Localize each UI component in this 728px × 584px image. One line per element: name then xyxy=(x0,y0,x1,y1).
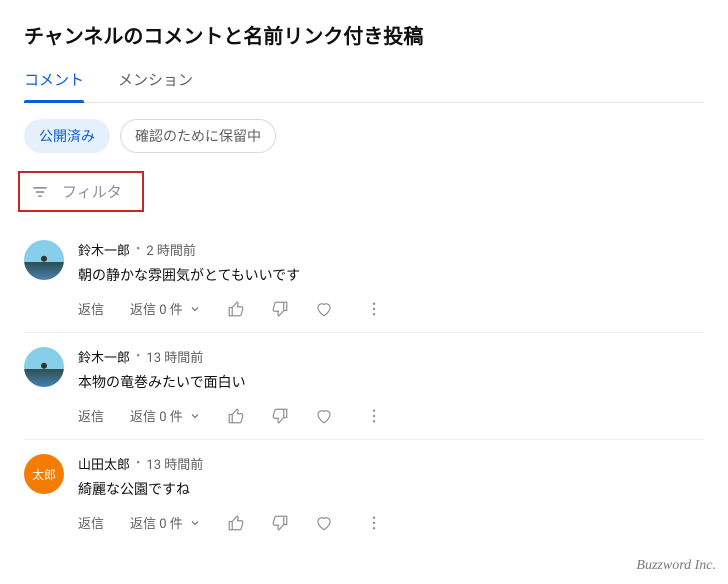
reply-button[interactable]: 返信 xyxy=(78,299,104,318)
more-icon[interactable] xyxy=(365,514,383,532)
dislike-icon[interactable] xyxy=(271,300,289,318)
dislike-icon[interactable] xyxy=(271,407,289,425)
replies-count: 返信 0 件 xyxy=(130,299,183,318)
chevron-down-icon xyxy=(189,303,201,315)
like-icon[interactable] xyxy=(227,514,245,532)
avatar[interactable]: 太郎 xyxy=(24,454,64,494)
heart-icon[interactable] xyxy=(315,300,333,318)
separator: • xyxy=(136,349,140,364)
like-icon[interactable] xyxy=(227,407,245,425)
comment-text: 綺麗な公園ですね xyxy=(78,479,704,499)
avatar[interactable] xyxy=(24,347,64,387)
replies-count: 返信 0 件 xyxy=(130,406,183,425)
chip-published[interactable]: 公開済み xyxy=(24,119,110,153)
footer-credit: Buzzword Inc. xyxy=(0,546,728,584)
comment-item: 鈴木一郎 • 13 時間前 本物の竜巻みたいで面白い 返信 返信 0 件 xyxy=(24,332,704,439)
like-icon[interactable] xyxy=(227,300,245,318)
reply-button[interactable]: 返信 xyxy=(78,513,104,532)
replies-toggle[interactable]: 返信 0 件 xyxy=(130,406,201,425)
more-icon[interactable] xyxy=(365,407,383,425)
comment-time: 13 時間前 xyxy=(146,347,203,366)
tabs: コメント メンション xyxy=(24,69,704,103)
replies-toggle[interactable]: 返信 0 件 xyxy=(130,299,201,318)
avatar[interactable] xyxy=(24,240,64,280)
comment-author[interactable]: 鈴木一郎 xyxy=(78,347,130,366)
replies-count: 返信 0 件 xyxy=(130,513,183,532)
heart-icon[interactable] xyxy=(315,514,333,532)
filter-icon xyxy=(30,182,50,202)
replies-toggle[interactable]: 返信 0 件 xyxy=(130,513,201,532)
reply-button[interactable]: 返信 xyxy=(78,406,104,425)
heart-icon[interactable] xyxy=(315,407,333,425)
more-icon[interactable] xyxy=(365,300,383,318)
chevron-down-icon xyxy=(189,410,201,422)
chip-held-for-review[interactable]: 確認のために保留中 xyxy=(120,119,276,153)
comment-text: 朝の静かな雰囲気がとてもいいです xyxy=(78,265,704,285)
comment-time: 2 時間前 xyxy=(146,240,196,259)
comment-item: 鈴木一郎 • 2 時間前 朝の静かな雰囲気がとてもいいです 返信 返信 0 件 xyxy=(24,226,704,332)
comment-author[interactable]: 山田太郎 xyxy=(78,454,130,473)
tab-mentions[interactable]: メンション xyxy=(118,69,193,102)
filter-label: フィルタ xyxy=(62,181,122,202)
comment-time: 13 時間前 xyxy=(146,454,203,473)
status-chips: 公開済み 確認のために保留中 xyxy=(24,119,704,153)
tab-comments[interactable]: コメント xyxy=(24,69,84,102)
chevron-down-icon xyxy=(189,517,201,529)
separator: • xyxy=(136,456,140,471)
comment-item: 太郎 山田太郎 • 13 時間前 綺麗な公園ですね 返信 返信 0 件 xyxy=(24,439,704,546)
comment-list: 鈴木一郎 • 2 時間前 朝の静かな雰囲気がとてもいいです 返信 返信 0 件 xyxy=(24,226,704,546)
page-title: チャンネルのコメントと名前リンク付き投稿 xyxy=(24,20,704,49)
separator: • xyxy=(136,242,140,257)
filter-button[interactable]: フィルタ xyxy=(18,171,144,212)
comment-text: 本物の竜巻みたいで面白い xyxy=(78,372,704,392)
comment-author[interactable]: 鈴木一郎 xyxy=(78,240,130,259)
dislike-icon[interactable] xyxy=(271,514,289,532)
